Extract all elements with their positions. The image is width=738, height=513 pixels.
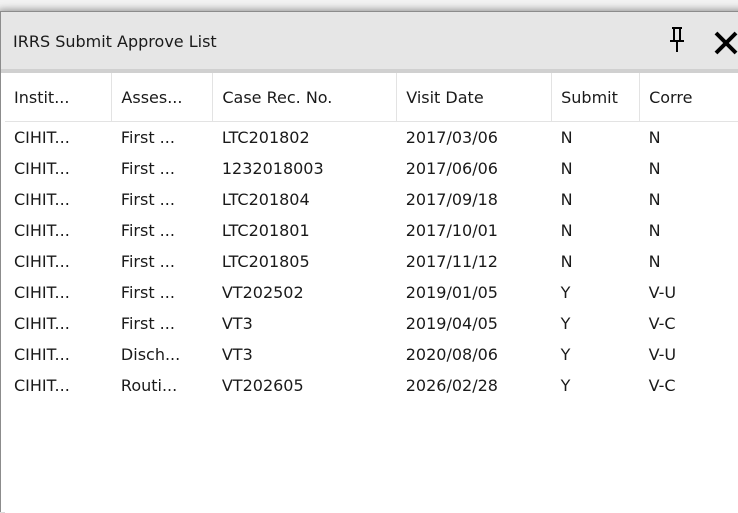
cell-correction: N	[648, 128, 661, 147]
cell-visit-date: 2017/10/01	[405, 221, 498, 240]
column-header-visit-date[interactable]: Visit Date	[396, 73, 553, 122]
cell-assessment: First ...	[120, 314, 175, 333]
cell-correction: V-U	[648, 283, 677, 302]
column-header-assessment[interactable]: Asses...	[111, 73, 214, 122]
cell-case-rec-no: LTC201802	[221, 128, 310, 147]
cell-institution: CIHIT...	[14, 314, 70, 333]
cell-case-rec-no: 1232018003	[221, 159, 324, 178]
cell-assessment: First ...	[120, 128, 175, 147]
cell-assessment: Routi...	[120, 376, 178, 395]
cell-assessment: Disch...	[120, 345, 181, 364]
cell-visit-date: 2017/09/18	[405, 190, 498, 209]
cell-submit: Y	[560, 314, 571, 333]
cell-visit-date: 2020/08/06	[405, 345, 498, 364]
cell-correction: N	[648, 252, 661, 271]
table-row[interactable]: CIHIT... First ... LTC201804 2017/09/18 …	[5, 184, 738, 215]
cell-submit: Y	[560, 376, 571, 395]
cell-institution: CIHIT...	[14, 159, 70, 178]
column-header-institution[interactable]: Instit...	[5, 73, 113, 122]
cell-assessment: First ...	[120, 159, 175, 178]
column-header-correction[interactable]: Corre	[639, 73, 738, 122]
cell-submit: Y	[560, 283, 571, 302]
cell-correction: V-U	[648, 345, 677, 364]
cell-institution: CIHIT...	[14, 128, 70, 147]
table-row[interactable]: CIHIT... First ... VT3 2019/04/05 Y V-C	[5, 308, 738, 339]
cell-case-rec-no: VT202502	[221, 283, 304, 302]
table-row[interactable]: CIHIT... First ... VT202502 2019/01/05 Y…	[5, 277, 738, 308]
cell-visit-date: 2017/11/12	[405, 252, 498, 271]
cell-submit: N	[560, 159, 573, 178]
cell-case-rec-no: LTC201805	[221, 252, 310, 271]
approve-list-grid: Instit... Asses... Case Rec. No. Visit D…	[5, 73, 738, 513]
cell-institution: CIHIT...	[14, 283, 70, 302]
cell-assessment: First ...	[120, 283, 175, 302]
cell-assessment: First ...	[120, 252, 175, 271]
cell-correction: V-C	[648, 314, 676, 333]
cell-case-rec-no: VT202605	[221, 376, 304, 395]
cell-submit: N	[560, 221, 573, 240]
table-row[interactable]: CIHIT... First ... LTC201801 2017/10/01 …	[5, 215, 738, 246]
window-titlebar: IRRS Submit Approve List	[1, 12, 738, 73]
cell-correction: N	[648, 221, 661, 240]
header-row: Instit... Asses... Case Rec. No. Visit D…	[5, 73, 738, 122]
pin-button[interactable]	[667, 26, 689, 54]
cell-case-rec-no: LTC201804	[221, 190, 310, 209]
cell-case-rec-no: LTC201801	[221, 221, 310, 240]
cell-institution: CIHIT...	[14, 345, 70, 364]
cell-visit-date: 2017/06/06	[405, 159, 498, 178]
table-row[interactable]: CIHIT... First ... 1232018003 2017/06/06…	[5, 153, 738, 184]
cell-correction: N	[648, 159, 661, 178]
cell-institution: CIHIT...	[14, 221, 70, 240]
cell-visit-date: 2019/04/05	[405, 314, 498, 333]
cell-correction: N	[648, 190, 661, 209]
cell-institution: CIHIT...	[14, 190, 70, 209]
pin-icon	[670, 27, 684, 52]
table-row[interactable]: CIHIT... First ... LTC201802 2017/03/06 …	[5, 122, 738, 154]
cell-visit-date: 2017/03/06	[405, 128, 498, 147]
approve-list-table: Instit... Asses... Case Rec. No. Visit D…	[5, 73, 738, 401]
cell-visit-date: 2019/01/05	[405, 283, 498, 302]
window-title: IRRS Submit Approve List	[13, 32, 217, 51]
cell-case-rec-no: VT3	[221, 345, 253, 364]
cell-visit-date: 2026/02/28	[405, 376, 498, 395]
close-icon	[714, 31, 738, 55]
cell-correction: V-C	[648, 376, 676, 395]
cell-submit: N	[560, 252, 573, 271]
close-button[interactable]	[713, 30, 738, 56]
irrs-window: IRRS Submit Approve List Instit... Asses…	[0, 11, 738, 513]
column-header-case-rec-no[interactable]: Case Rec. No.	[212, 73, 398, 122]
cell-case-rec-no: VT3	[221, 314, 253, 333]
cell-institution: CIHIT...	[14, 252, 70, 271]
column-header-submit[interactable]: Submit	[551, 73, 641, 122]
cell-assessment: First ...	[120, 190, 175, 209]
cell-assessment: First ...	[120, 221, 175, 240]
cell-submit: Y	[560, 345, 571, 364]
table-row[interactable]: CIHIT... Disch... VT3 2020/08/06 Y V-U	[5, 339, 738, 370]
cell-submit: N	[560, 190, 573, 209]
cell-submit: N	[560, 128, 573, 147]
cell-institution: CIHIT...	[14, 376, 70, 395]
table-row[interactable]: CIHIT... Routi... VT202605 2026/02/28 Y …	[5, 370, 738, 401]
table-row[interactable]: CIHIT... First ... LTC201805 2017/11/12 …	[5, 246, 738, 277]
